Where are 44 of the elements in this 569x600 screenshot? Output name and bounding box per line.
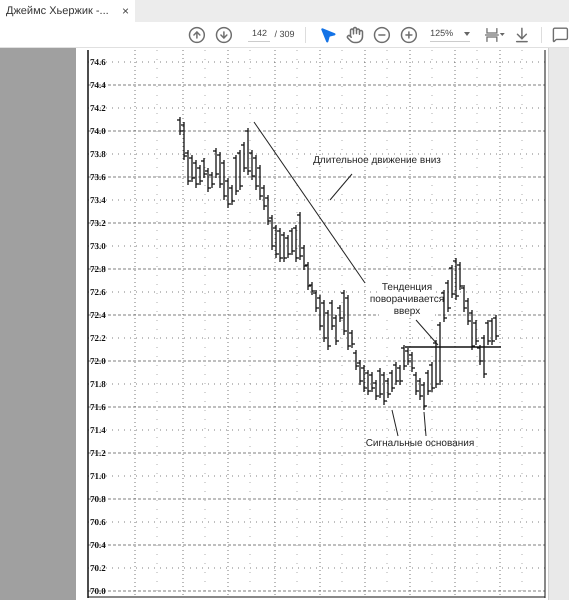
zoom-dropdown[interactable]: 125% [430,27,470,42]
annotation-text: Тенденция поворачивается вверх [370,282,444,317]
axis-label: 70.0 [90,586,106,596]
axis-label: 74.0 [90,126,106,136]
axis-label: 71.4 [90,425,106,435]
axis-label: 73.4 [90,195,106,205]
axis-label: 70.8 [90,494,106,504]
axis-label: 72.6 [90,287,106,297]
axis-label: 70.2 [90,563,106,573]
comment-icon[interactable] [552,26,569,43]
hand-icon[interactable] [346,26,364,44]
page-count: / 309 [274,28,294,41]
page-fit-icon[interactable] [484,26,506,44]
zoom-in-icon[interactable] [400,26,418,44]
axis-label: 72.8 [90,264,106,274]
axis-label: 73.8 [90,149,106,159]
leader-line [392,410,426,436]
axis-label: 71.2 [90,448,106,458]
axis-label: 74.6 [90,57,106,67]
axis-label: 72.0 [90,356,106,366]
axis-label: 70.6 [90,517,106,527]
axis-label: 71.8 [90,379,106,389]
annotation-text: Сигнальные основания [366,438,474,449]
axis-label: 72.2 [90,333,106,343]
leader-line [416,320,438,346]
close-button[interactable]: × [122,2,129,20]
axis-label: 71.0 [90,471,106,481]
axis-label: 73.0 [90,241,106,251]
leader-line [330,174,352,200]
axis-label: 72.4 [90,310,106,320]
caret-icon [464,32,470,36]
previous-page-icon[interactable] [188,26,206,44]
axis-label: 74.2 [90,103,106,113]
axis-label: 74.4 [90,80,106,90]
next-page-icon[interactable] [214,26,232,44]
page-number-field[interactable]: 142 [248,27,270,42]
zoom-out-icon[interactable] [373,26,392,44]
pointer-icon[interactable] [319,26,338,44]
annotation-text: Длительное движение вниз [313,155,441,166]
axis-label: 70.4 [90,540,106,550]
document-tab[interactable]: Джеймс Хьержик -... × [0,0,135,22]
axis-label: 73.2 [90,218,106,228]
axis-label: 73.6 [90,172,106,182]
axis-label: 71.6 [90,402,106,412]
